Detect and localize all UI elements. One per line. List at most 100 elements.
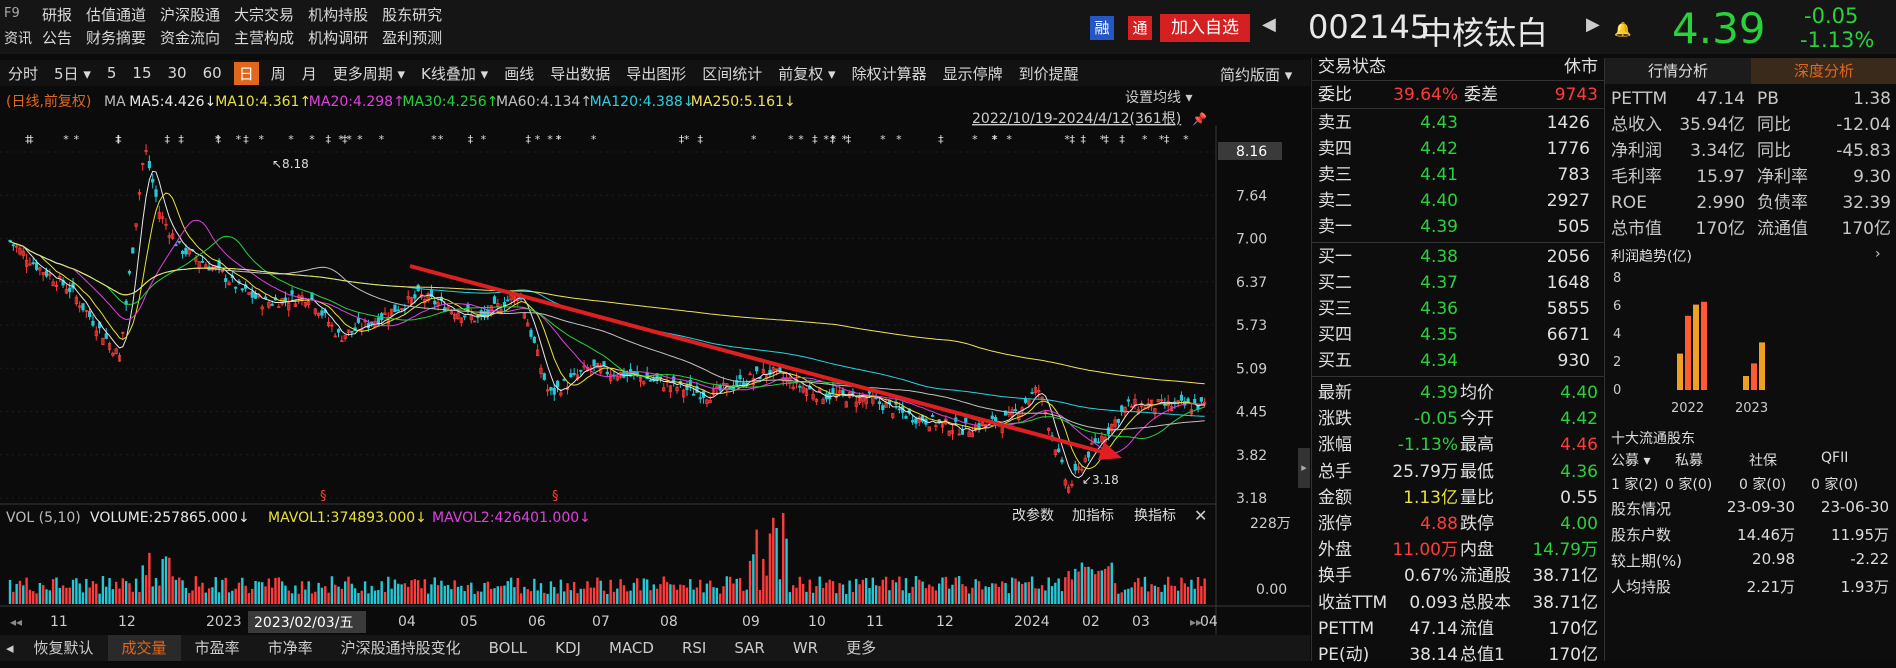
event-marker[interactable]: * bbox=[547, 133, 553, 146]
event-marker[interactable]: * bbox=[591, 133, 597, 146]
event-marker[interactable]: * bbox=[831, 133, 837, 146]
next-stock-icon[interactable]: ▶ bbox=[1586, 14, 1600, 35]
event-marker[interactable]: ‡ bbox=[1081, 133, 1087, 146]
indicator-tab[interactable]: KDJ bbox=[541, 635, 595, 661]
top-menu-item[interactable]: 主营构成 bbox=[234, 27, 294, 48]
scroll-right-icon[interactable]: ▸▸ bbox=[1190, 615, 1202, 629]
indicator-button[interactable]: 改参数 bbox=[1012, 507, 1054, 524]
indicator-tab[interactable]: MACD bbox=[595, 635, 668, 661]
event-marker[interactable]: ‡ bbox=[342, 133, 348, 146]
event-marker[interactable]: * bbox=[236, 133, 242, 146]
event-marker[interactable]: * bbox=[431, 133, 437, 146]
top-menu-item[interactable]: 大宗交易 bbox=[234, 4, 294, 25]
indicator-tab[interactable]: BOLL bbox=[475, 635, 542, 661]
simple-layout-button[interactable]: 简约版面 ▾ bbox=[1220, 64, 1292, 85]
indicator-tab[interactable]: 市盈率 bbox=[181, 635, 254, 661]
toolbar-item[interactable]: 5 bbox=[107, 64, 117, 82]
event-marker[interactable]: ‡ bbox=[178, 133, 184, 146]
toolbar-item[interactable]: 5日 ▾ bbox=[54, 63, 91, 84]
scroll-left-icon[interactable]: ◂◂ bbox=[10, 615, 22, 629]
event-marker[interactable]: * bbox=[63, 133, 69, 146]
indicator-tab[interactable]: 更多 bbox=[832, 635, 890, 661]
close-icon[interactable]: ✕ bbox=[1194, 506, 1207, 525]
set-ma-button[interactable]: 设置均线 ▾ bbox=[1125, 90, 1192, 106]
pin-icon[interactable]: 📌 bbox=[1192, 111, 1207, 126]
event-marker[interactable]: * bbox=[1100, 133, 1106, 146]
event-marker[interactable]: ‡ bbox=[25, 133, 31, 146]
event-marker[interactable]: * bbox=[438, 133, 444, 146]
indicator-button[interactable]: 换指标 bbox=[1134, 507, 1176, 524]
event-marker[interactable]: ‡ bbox=[526, 133, 532, 146]
toolbar-item[interactable]: 月 bbox=[302, 63, 317, 84]
event-marker[interactable]: * bbox=[481, 133, 487, 146]
prev-stock-icon[interactable]: ◀ bbox=[1262, 14, 1276, 35]
event-marker[interactable]: ‡ bbox=[116, 133, 122, 146]
toolbar-item[interactable]: 导出图形 bbox=[626, 63, 686, 84]
indicator-tab[interactable]: 市净率 bbox=[254, 635, 327, 661]
indicator-tab[interactable]: 恢复默认 bbox=[20, 635, 108, 661]
event-marker[interactable]: * bbox=[972, 133, 978, 146]
top-menu-item[interactable]: 资金流向 bbox=[160, 27, 220, 48]
event-marker[interactable]: * bbox=[288, 133, 294, 146]
toolbar-item[interactable]: 分时 bbox=[8, 63, 38, 84]
toolbar-item[interactable]: 导出数据 bbox=[550, 63, 610, 84]
indicator-button[interactable]: 加指标 bbox=[1072, 508, 1114, 524]
collapse-panel-icon[interactable]: ▸ bbox=[1298, 448, 1310, 488]
event-marker[interactable]: ‡ bbox=[679, 133, 685, 146]
event-marker[interactable]: * bbox=[309, 133, 315, 146]
event-marker[interactable]: * bbox=[751, 133, 757, 146]
bell-icon[interactable]: 🔔 bbox=[1614, 22, 1631, 38]
event-marker[interactable]: * bbox=[684, 133, 690, 146]
toolbar-item[interactable]: 15 bbox=[132, 64, 151, 82]
event-marker[interactable]: ‡ bbox=[165, 133, 171, 146]
top-menu-item[interactable]: 机构调研 bbox=[308, 27, 368, 48]
top-menu-item[interactable]: 盈利预测 bbox=[382, 27, 442, 48]
event-marker[interactable]: ‡ bbox=[1164, 133, 1170, 146]
event-marker[interactable]: ‡ bbox=[812, 133, 818, 146]
indicator-tab[interactable]: WR bbox=[779, 635, 832, 661]
expand-icon[interactable]: › bbox=[1875, 246, 1881, 262]
event-marker[interactable]: * bbox=[556, 133, 562, 146]
connect-badge[interactable]: 通 bbox=[1128, 16, 1152, 40]
toolbar-item[interactable]: 周 bbox=[271, 63, 286, 84]
event-marker[interactable]: * bbox=[1064, 133, 1070, 146]
toolbar-item[interactable]: 除权计算器 bbox=[852, 63, 927, 84]
toolbar-item[interactable]: 30 bbox=[168, 64, 187, 82]
event-marker[interactable]: ‡ bbox=[938, 133, 944, 146]
event-marker[interactable]: * bbox=[535, 133, 541, 146]
indicator-tab[interactable]: SAR bbox=[720, 635, 778, 661]
tab-market-analysis[interactable]: 行情分析 bbox=[1605, 58, 1751, 84]
toolbar-item[interactable]: 显示停牌 bbox=[943, 63, 1003, 84]
tab-deep-analysis[interactable]: 深度分析 bbox=[1751, 58, 1896, 84]
add-watchlist-button[interactable]: 加入自选 bbox=[1160, 14, 1250, 42]
indicator-tab[interactable]: 沪深股通持股变化 bbox=[327, 635, 475, 661]
event-marker[interactable]: * bbox=[74, 133, 80, 146]
toolbar-item[interactable]: 画线 bbox=[504, 63, 534, 84]
margin-badge[interactable]: 融 bbox=[1090, 16, 1114, 40]
event-marker[interactable]: ‡ bbox=[216, 133, 222, 146]
event-marker[interactable]: * bbox=[798, 133, 804, 146]
event-marker[interactable]: * bbox=[379, 133, 385, 146]
top-menu-item[interactable]: 估值通道 bbox=[86, 4, 146, 25]
event-marker[interactable]: ‡ bbox=[243, 133, 249, 146]
kline-chart[interactable]: (日线,前复权) MA MA5:4.426↓MA10:4.361↑MA20:4.29… bbox=[0, 86, 1310, 636]
event-marker[interactable]: * bbox=[1006, 133, 1012, 146]
top-menu-item[interactable]: 股东研究 bbox=[382, 4, 442, 25]
top-menu-item[interactable]: 财务摘要 bbox=[86, 27, 146, 48]
top-menu-item[interactable]: 沪深股通 bbox=[160, 4, 220, 25]
toolbar-item[interactable]: 60 bbox=[203, 64, 222, 82]
f9-tag[interactable]: F9 bbox=[4, 6, 20, 21]
indicator-tab[interactable]: RSI bbox=[668, 635, 720, 661]
event-marker[interactable]: * bbox=[880, 133, 886, 146]
toolbar-item[interactable]: 到价提醒 bbox=[1019, 63, 1079, 84]
event-marker[interactable]: * bbox=[991, 133, 997, 146]
event-marker[interactable]: * bbox=[1183, 133, 1189, 146]
indicator-tab[interactable]: 成交量 bbox=[108, 635, 181, 661]
news-tab[interactable]: 资讯 bbox=[4, 28, 32, 48]
event-marker[interactable]: ‡ bbox=[326, 133, 332, 146]
event-marker[interactable]: * bbox=[1142, 133, 1148, 146]
scroll-left-icon[interactable]: ◂ bbox=[0, 635, 20, 661]
top-menu-item[interactable]: 机构持股 bbox=[308, 4, 368, 25]
toolbar-item[interactable]: 区间统计 bbox=[702, 63, 762, 84]
event-marker[interactable]: ‡ bbox=[1070, 133, 1076, 146]
